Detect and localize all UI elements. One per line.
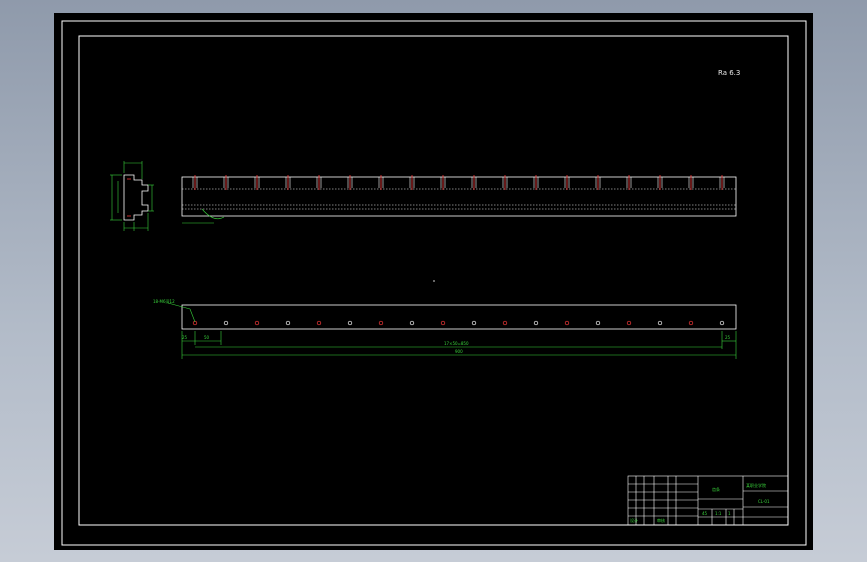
corner-note: Ra 6.3	[718, 69, 740, 77]
top-hole	[316, 320, 322, 326]
top-hole	[626, 320, 632, 326]
sheet-border	[61, 20, 807, 546]
title-school: 某职业学院	[746, 482, 766, 488]
top-hole-group	[192, 320, 725, 326]
section-view	[123, 174, 149, 221]
hole-leader: 18-M6深12	[153, 298, 196, 323]
top-view	[181, 304, 737, 330]
dim-first-pitch: 50	[204, 335, 210, 340]
title-designer: 设计	[630, 517, 638, 523]
hole-leader-label: 18-M6深12	[153, 298, 175, 304]
top-hole	[254, 320, 260, 326]
top-hole	[409, 320, 415, 326]
title-drawing-no: CL-01	[758, 499, 770, 504]
top-hole	[502, 320, 508, 326]
section-dimensions	[110, 161, 154, 231]
top-hole	[688, 320, 694, 326]
top-hole	[378, 320, 384, 326]
title-sheet: 1	[728, 511, 731, 516]
dim-end-offset-right: 25	[725, 335, 731, 340]
drawing-frame	[78, 35, 789, 526]
cad-drawing: Ra 6.3 18-M6深12 25 50 17×50=850 25 900 某…	[61, 20, 807, 546]
top-hole	[564, 320, 570, 326]
title-scale: 1:1	[715, 511, 722, 516]
title-part-name: 齿条	[712, 486, 720, 492]
top-hole	[657, 320, 663, 326]
dim-pitch-total: 17×50=850	[444, 341, 469, 346]
top-hole	[533, 320, 539, 326]
top-hole	[347, 320, 353, 326]
dim-end-offset-left: 25	[182, 335, 188, 340]
top-hole	[471, 320, 477, 326]
drawing-viewport[interactable]: Ra 6.3 18-M6深12 25 50 17×50=850 25 900 某…	[54, 13, 813, 550]
top-hole	[595, 320, 601, 326]
top-hole	[223, 320, 229, 326]
title-checker: 审核	[657, 517, 665, 523]
dim-overall-length: 900	[455, 349, 463, 354]
top-hole	[285, 320, 291, 326]
top-hole	[440, 320, 446, 326]
top-hole	[719, 320, 725, 326]
title-material: 45	[702, 511, 708, 516]
front-view	[181, 175, 737, 224]
